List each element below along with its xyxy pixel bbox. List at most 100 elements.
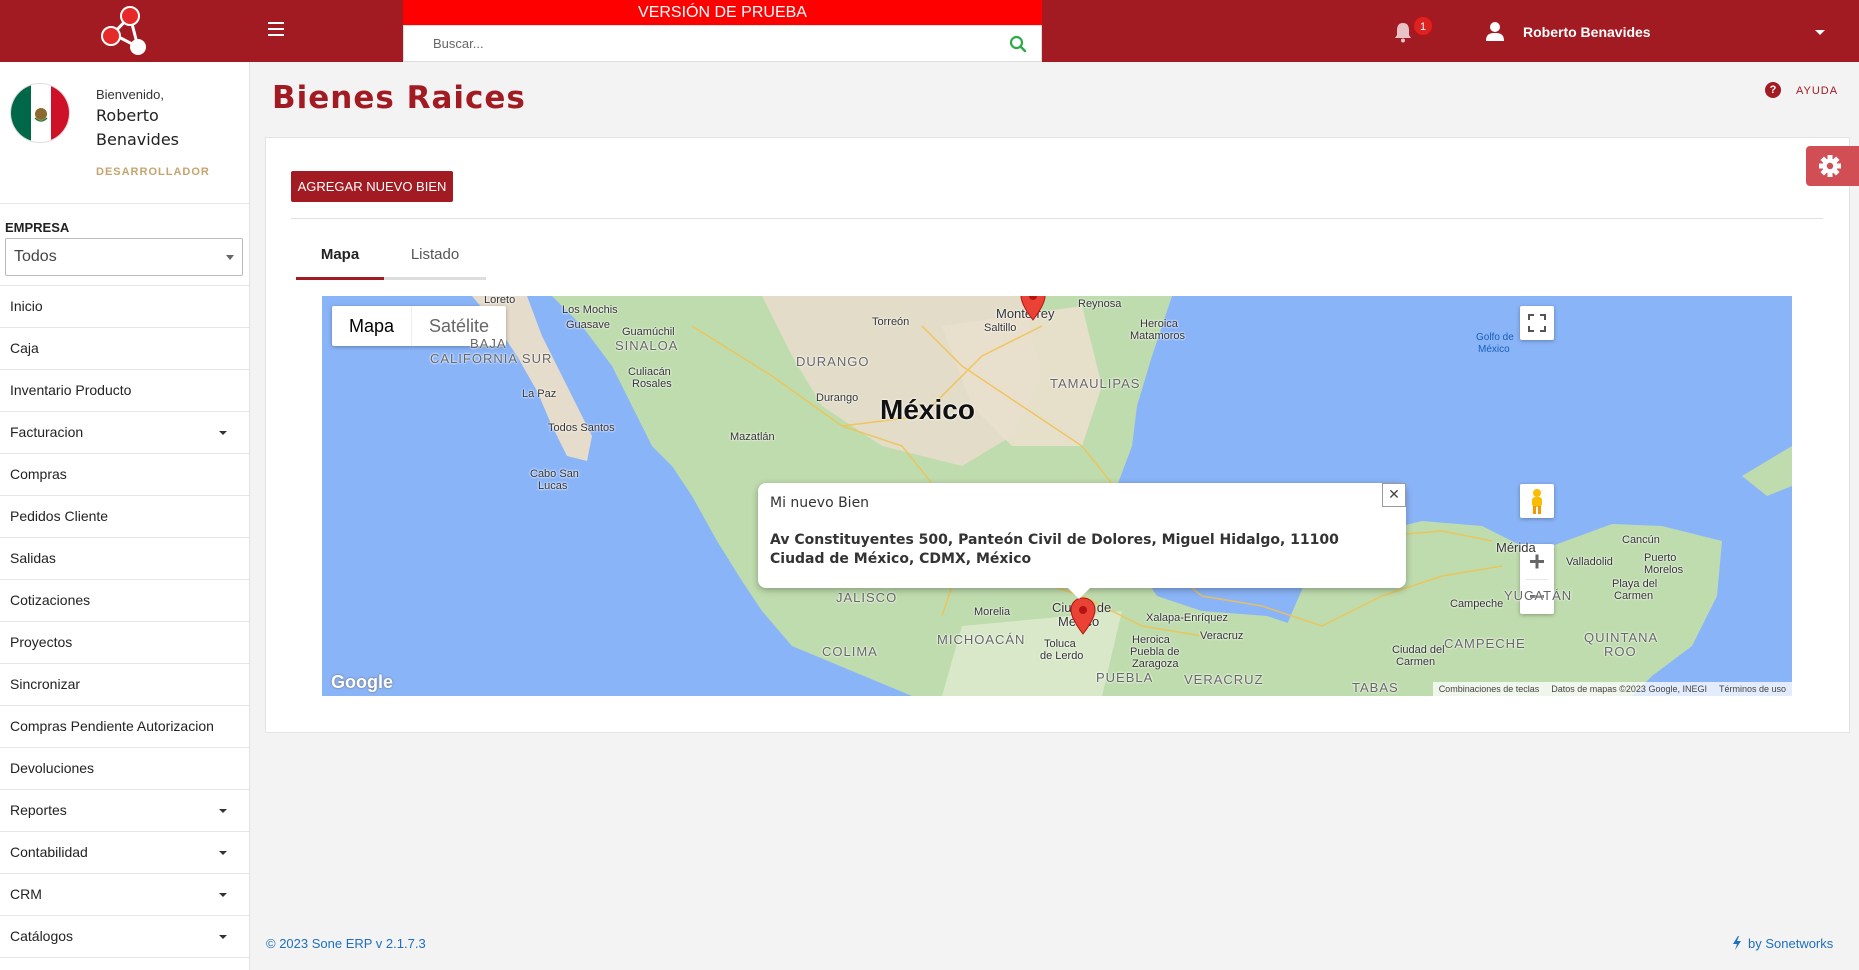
page-title: Bienes Raices bbox=[272, 80, 526, 116]
sidebar-item-compras-pendiente-autorizacion[interactable]: Compras Pendiente Autorizacion bbox=[0, 706, 249, 748]
settings-button[interactable] bbox=[1806, 146, 1859, 186]
map-label: TAMAULIPAS bbox=[1050, 376, 1141, 391]
map-label: Culiacán bbox=[628, 366, 671, 378]
map-label: ROO bbox=[1604, 644, 1637, 659]
sidebar-item-caja[interactable]: Caja bbox=[0, 328, 249, 370]
map-label: Golfo de bbox=[1476, 332, 1514, 343]
map-label: de Lerdo bbox=[1040, 650, 1084, 662]
map-label: Zaragoza bbox=[1132, 658, 1179, 670]
help-link[interactable]: AYUDA bbox=[1796, 85, 1838, 97]
map-label: Cabo San bbox=[530, 468, 579, 480]
user-icon[interactable] bbox=[1485, 21, 1505, 41]
avatar bbox=[10, 83, 70, 143]
sidebar-item-salidas[interactable]: Salidas bbox=[0, 538, 249, 580]
sidebar-item-label: Sincronizar bbox=[10, 676, 81, 692]
map-data-credit: Datos de mapas ©2023 Google, INEGI bbox=[1551, 684, 1707, 694]
map-label: Morelia bbox=[974, 606, 1011, 618]
map-label: Lucas bbox=[538, 480, 568, 492]
sidebar-item-inicio[interactable]: Inicio bbox=[0, 286, 249, 328]
map-label: VERACRUZ bbox=[1184, 672, 1264, 687]
map-label: Morelos bbox=[1644, 564, 1684, 576]
menu-toggle-icon[interactable] bbox=[268, 22, 284, 36]
user-last-name: Benavides bbox=[96, 130, 180, 149]
map-view[interactable]: Mapa Satélite Loreto Los Mochis Guasave … bbox=[322, 296, 1792, 696]
map-label: Campeche bbox=[1450, 598, 1504, 610]
map-label: Puerto bbox=[1644, 552, 1677, 564]
info-window-title: Mi nuevo Bien bbox=[770, 495, 870, 511]
empresa-label: EMPRESA bbox=[5, 220, 70, 235]
fullscreen-icon bbox=[1528, 314, 1546, 332]
fullscreen-button[interactable] bbox=[1520, 306, 1554, 340]
map-label: Xalapa-Enríquez bbox=[1146, 612, 1228, 624]
map-marker-icon[interactable] bbox=[1018, 296, 1048, 322]
close-icon[interactable]: ✕ bbox=[1382, 483, 1406, 507]
sidebar-item-facturacion[interactable]: Facturacion bbox=[0, 412, 249, 454]
keyboard-shortcuts-link[interactable]: Combinaciones de teclas bbox=[1439, 682, 1540, 696]
tab-mapa[interactable]: Mapa bbox=[296, 246, 384, 280]
sidebar-item-label: Reportes bbox=[10, 802, 67, 818]
map-label: Toluca bbox=[1044, 638, 1076, 650]
sidebar-item-contabilidad[interactable]: Contabilidad bbox=[0, 832, 249, 874]
search-input[interactable] bbox=[404, 26, 994, 61]
map-label: Matamoros bbox=[1130, 330, 1186, 342]
search-icon[interactable] bbox=[1009, 35, 1027, 53]
map-label: La Paz bbox=[522, 388, 557, 400]
map-label: JALISCO bbox=[836, 590, 898, 605]
sidebar-item-crm[interactable]: CRM bbox=[0, 874, 249, 916]
user-menu-name[interactable]: Roberto Benavides bbox=[1523, 24, 1651, 40]
map-label: Los Mochis bbox=[562, 304, 618, 316]
gear-icon bbox=[1819, 155, 1841, 177]
map-label: Guamúchil bbox=[622, 326, 675, 338]
sidebar-item-proyectos[interactable]: Proyectos bbox=[0, 622, 249, 664]
map-label: Mérida bbox=[1496, 540, 1536, 555]
sidebar-item-label: Devoluciones bbox=[10, 760, 95, 776]
sidebar-item-reportes[interactable]: Reportes bbox=[0, 790, 249, 832]
sidebar-item-inventario-producto[interactable]: Inventario Producto bbox=[0, 370, 249, 412]
map-label: Heroica bbox=[1140, 318, 1178, 330]
sidebar-item-label: Cotizaciones bbox=[10, 592, 91, 608]
sidebar-item-catalogos[interactable]: Catálogos bbox=[0, 916, 249, 958]
sidebar-item-label: Catálogos bbox=[10, 928, 74, 944]
map-label: Durango bbox=[816, 392, 859, 404]
mexico-flag-icon bbox=[11, 84, 69, 142]
map-marker-icon[interactable] bbox=[1068, 596, 1098, 636]
sidebar-item-label: Pedidos Cliente bbox=[10, 508, 109, 524]
caret-down-icon bbox=[219, 431, 227, 435]
sidebar-item-compras[interactable]: Compras bbox=[0, 454, 249, 496]
map-label: PUEBLA bbox=[1096, 670, 1154, 685]
map-label: SINALOA bbox=[615, 338, 679, 353]
map-label: Heroica bbox=[1132, 634, 1170, 646]
sidebar-item-cotizaciones[interactable]: Cotizaciones bbox=[0, 580, 249, 622]
bell-icon[interactable] bbox=[1393, 21, 1413, 43]
footer-credit[interactable]: by Sonetworks bbox=[1732, 936, 1833, 951]
sidebar-item-sincronizar[interactable]: Sincronizar bbox=[0, 664, 249, 706]
map-label: DURANGO bbox=[796, 354, 870, 369]
google-logo: Google bbox=[331, 672, 393, 692]
info-window-tail bbox=[1067, 587, 1091, 599]
trial-banner: VERSIÓN DE PRUEBA bbox=[403, 0, 1042, 25]
help-icon[interactable]: ? bbox=[1765, 82, 1781, 98]
map-label: Guasave bbox=[566, 319, 611, 331]
map-label: Veracruz bbox=[1200, 630, 1244, 642]
map-label: Puebla de bbox=[1130, 646, 1180, 658]
map-type-mapa[interactable]: Mapa bbox=[332, 306, 413, 346]
logo[interactable] bbox=[96, 4, 152, 58]
map-info-window: Mi nuevo Bien Av Constituyentes 500, Pan… bbox=[758, 483, 1406, 588]
bolt-icon bbox=[1733, 936, 1741, 950]
map-label: Torreón bbox=[872, 316, 910, 328]
notification-badge: 1 bbox=[1413, 16, 1433, 36]
caret-down-icon bbox=[219, 809, 227, 813]
map-label: BAJA bbox=[470, 336, 507, 351]
sidebar-item-devoluciones[interactable]: Devoluciones bbox=[0, 748, 249, 790]
empresa-select[interactable]: Todos bbox=[5, 238, 243, 276]
street-view-button[interactable] bbox=[1520, 484, 1554, 518]
sidebar-item-pedidos-cliente[interactable]: Pedidos Cliente bbox=[0, 496, 249, 538]
search-box bbox=[403, 25, 1042, 62]
map-label: México bbox=[1478, 344, 1510, 355]
tab-listado[interactable]: Listado bbox=[384, 246, 486, 280]
add-property-button[interactable]: AGREGAR NUEVO BIEN bbox=[291, 171, 453, 202]
chevron-down-icon[interactable] bbox=[1815, 30, 1825, 35]
terms-of-use-link[interactable]: Términos de uso bbox=[1719, 682, 1786, 696]
info-window-address: Av Constituyentes 500, Panteón Civil de … bbox=[770, 532, 1339, 567]
sidebar-item-label: Inicio bbox=[10, 298, 43, 314]
